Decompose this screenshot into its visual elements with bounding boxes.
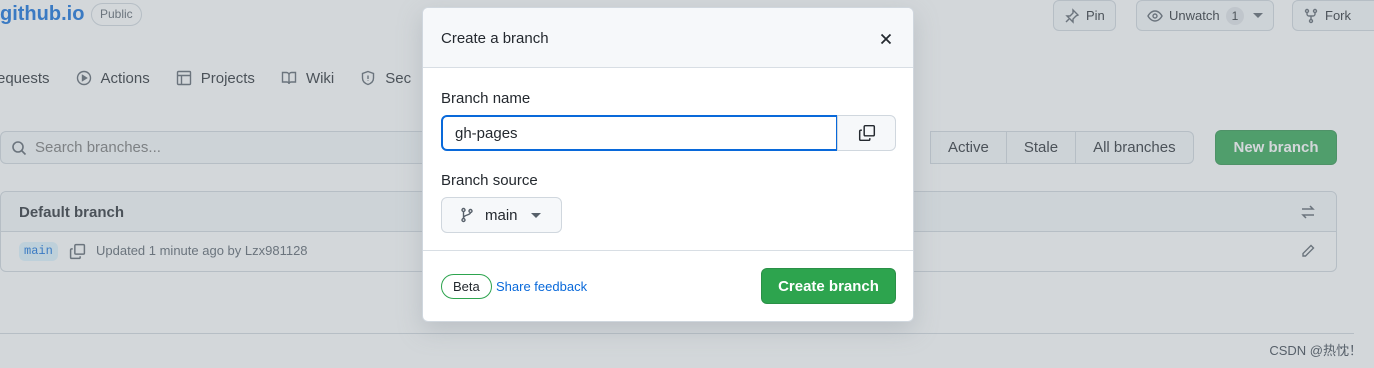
beta-badge: Beta xyxy=(441,274,492,299)
branch-name-input[interactable] xyxy=(441,115,838,151)
branch-source-field-label: Branch source xyxy=(441,172,538,189)
watermark-text: CSDN @热忱！ xyxy=(1269,343,1362,358)
create-branch-dialog: Create a branch Branch name Branch sourc… xyxy=(422,7,914,322)
branch-icon xyxy=(461,207,473,223)
dialog-title: Create a branch xyxy=(441,30,549,47)
chevron-down-icon xyxy=(530,212,541,218)
branch-source-dropdown[interactable]: main xyxy=(441,197,562,233)
copy-icon xyxy=(858,124,875,142)
copy-branch-name-button[interactable] xyxy=(837,115,896,151)
dialog-header: Create a branch xyxy=(423,8,913,68)
branch-name-field-label: Branch name xyxy=(441,90,531,107)
dialog-footer-divider xyxy=(423,250,913,251)
branch-source-value: main xyxy=(485,206,518,224)
share-feedback-link[interactable]: Share feedback xyxy=(496,279,587,294)
close-icon[interactable] xyxy=(879,32,893,46)
create-branch-button[interactable]: Create branch xyxy=(761,268,896,304)
